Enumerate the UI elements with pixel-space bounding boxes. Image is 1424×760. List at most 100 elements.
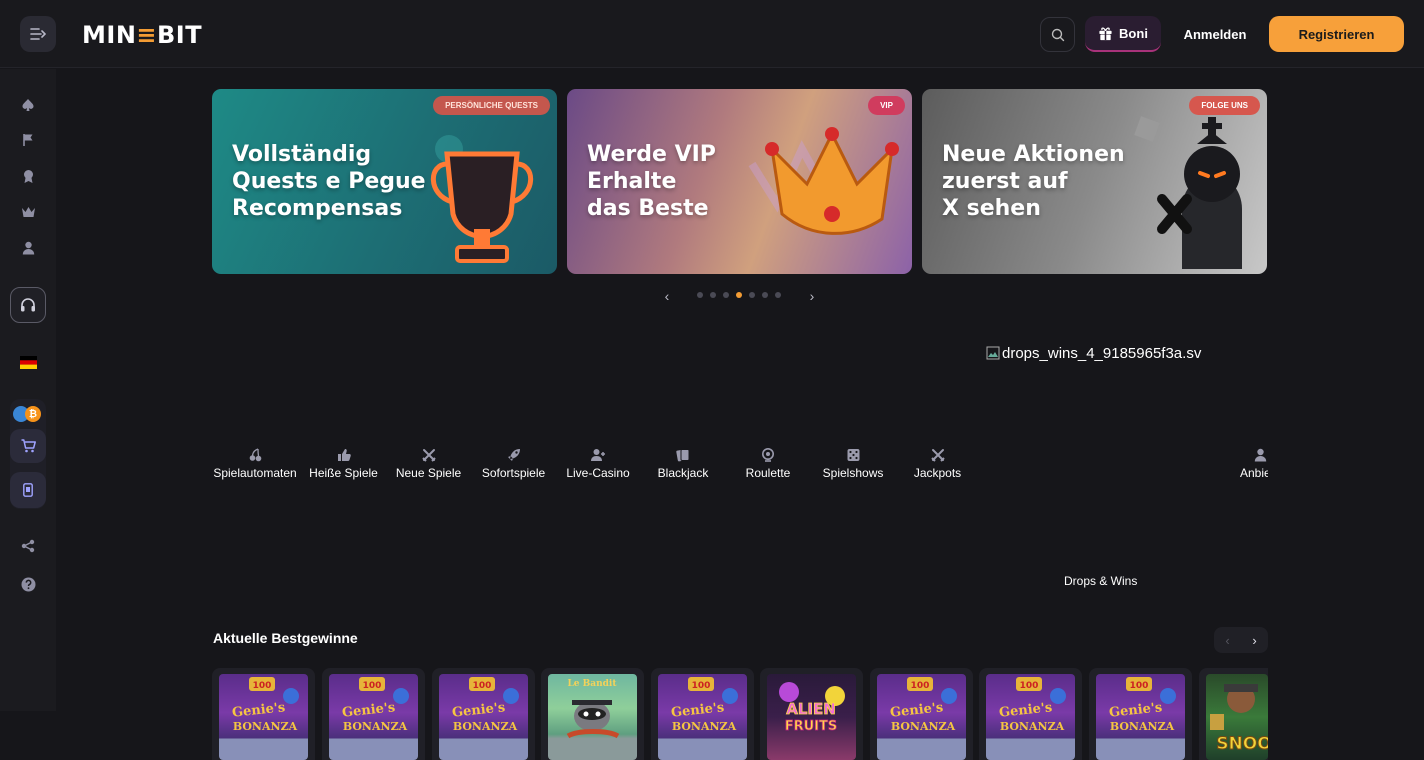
category-live-casino[interactable]: Live-Casino bbox=[566, 448, 630, 484]
category-hot-games[interactable]: Heiße Spiele bbox=[309, 448, 378, 484]
svg-text:100: 100 bbox=[473, 681, 492, 691]
game-card[interactable]: SNOO bbox=[1199, 668, 1268, 760]
carousel-prev-button[interactable]: ‹ bbox=[657, 286, 677, 306]
user-icon[interactable] bbox=[14, 234, 42, 262]
game-card[interactable]: 100 Genie's BONANZA bbox=[651, 668, 754, 760]
help-icon[interactable] bbox=[14, 570, 42, 598]
broken-image-icon bbox=[986, 346, 1000, 360]
banner-badge: VIP bbox=[868, 96, 905, 115]
svg-text:FRUITS: FRUITS bbox=[785, 719, 838, 734]
svg-text:100: 100 bbox=[692, 681, 711, 691]
game-card[interactable]: ALIEN FRUITS bbox=[760, 668, 863, 760]
game-art: 100 Genie'sBONANZA bbox=[1108, 677, 1176, 733]
spade-icon[interactable] bbox=[14, 91, 42, 119]
drops-wins-image: drops_wins_4_9185965f3a.sv bbox=[986, 343, 1216, 363]
category-instant-games[interactable]: Sofortspiele bbox=[482, 448, 545, 484]
game-card[interactable]: 100 Genie's BONANZA bbox=[1089, 668, 1192, 760]
cards-icon bbox=[676, 449, 690, 462]
category-label: Neue Spiele bbox=[395, 466, 462, 480]
carousel-dot-active[interactable] bbox=[736, 292, 742, 298]
search-button[interactable] bbox=[1040, 17, 1075, 52]
login-button[interactable]: Anmelden bbox=[1176, 16, 1254, 52]
banner-quests[interactable]: PERSÖNLICHE QUESTS Vollständig Quests e … bbox=[212, 89, 557, 274]
bonus-label: Boni bbox=[1119, 25, 1148, 41]
brand-logo[interactable]: MIN≡BIT bbox=[82, 21, 202, 49]
bonus-button[interactable]: Boni bbox=[1085, 16, 1161, 52]
category-label: Anbie bbox=[1240, 466, 1268, 480]
carousel-dot[interactable] bbox=[775, 292, 781, 298]
category-roulette[interactable]: Roulette bbox=[746, 448, 790, 484]
search-icon bbox=[1051, 28, 1064, 41]
category-new-games[interactable]: Neue Spiele bbox=[395, 448, 462, 484]
game-thumbnail: Le Bandit bbox=[548, 674, 637, 760]
game-art: 100 Genie'sBONANZA bbox=[231, 677, 299, 733]
svg-text:BONANZA: BONANZA bbox=[1000, 720, 1065, 733]
sidebar-toggle-button[interactable] bbox=[20, 16, 56, 52]
game-art: SNOO bbox=[1210, 684, 1268, 755]
svg-text:100: 100 bbox=[911, 681, 930, 691]
banner-vip[interactable]: VIP Werde VIP Erhalte das Beste bbox=[567, 89, 912, 274]
swords-icon bbox=[421, 449, 436, 462]
game-art: ALIENFRUITS bbox=[779, 682, 845, 734]
game-thumbnail: 100 Genie's BONANZA bbox=[658, 674, 747, 760]
svg-text:Genie's: Genie's bbox=[1108, 700, 1163, 720]
svg-text:Genie's: Genie's bbox=[231, 700, 286, 720]
svg-text:BONANZA: BONANZA bbox=[343, 720, 408, 733]
carousel-dot[interactable] bbox=[749, 292, 755, 298]
register-button[interactable]: Registrieren bbox=[1269, 16, 1404, 52]
game-art: 100 Genie'sBONANZA bbox=[889, 677, 957, 733]
svg-text:BONANZA: BONANZA bbox=[1110, 720, 1175, 733]
carousel-dot[interactable] bbox=[762, 292, 768, 298]
game-card[interactable]: 100 Genie's BONANZA bbox=[432, 668, 535, 760]
category-label: Blackjack bbox=[657, 466, 709, 480]
game-card[interactable]: 100 Genie's BONANZA bbox=[979, 668, 1082, 760]
category-game-shows[interactable]: Spielshows bbox=[823, 448, 883, 484]
svg-text:Genie's: Genie's bbox=[998, 700, 1053, 720]
svg-text:Genie's: Genie's bbox=[341, 700, 396, 720]
carousel-dot[interactable] bbox=[723, 292, 729, 298]
category-blackjack[interactable]: Blackjack bbox=[658, 448, 708, 484]
category-jackpots[interactable]: Jackpots bbox=[914, 448, 961, 484]
cart-button[interactable] bbox=[10, 429, 46, 463]
carousel-dot[interactable] bbox=[710, 292, 716, 298]
svg-text:100: 100 bbox=[253, 681, 272, 691]
mobile-app-button[interactable] bbox=[10, 472, 46, 508]
svg-text:BONANZA: BONANZA bbox=[453, 720, 518, 733]
flag-de-icon[interactable] bbox=[14, 348, 42, 376]
flag-icon[interactable] bbox=[14, 126, 42, 154]
game-thumbnail: 100 Genie's BONANZA bbox=[1096, 674, 1185, 760]
category-label: Roulette bbox=[745, 466, 791, 480]
banner-title: Vollständig Quests e Pegue Recompensas bbox=[232, 142, 426, 221]
drops-wins-label[interactable]: Drops & Wins bbox=[1064, 574, 1137, 588]
category-label: Live-Casino bbox=[566, 466, 630, 480]
category-label: Spielshows bbox=[822, 466, 884, 480]
medal-icon[interactable] bbox=[14, 162, 42, 190]
carousel-dot[interactable] bbox=[697, 292, 703, 298]
svg-text:100: 100 bbox=[1130, 681, 1149, 691]
category-label: Jackpots bbox=[913, 466, 962, 480]
thumbs-up-icon bbox=[337, 449, 351, 461]
game-thumbnail: SNOO bbox=[1206, 674, 1268, 760]
game-card[interactable]: 100 Genie's BONANZA bbox=[322, 668, 425, 760]
mascot-art bbox=[1134, 116, 1242, 269]
svg-text:Le Bandit: Le Bandit bbox=[567, 679, 617, 689]
crown-icon[interactable] bbox=[14, 198, 42, 226]
svg-text:ALIEN: ALIEN bbox=[786, 700, 836, 718]
section-title: Aktuelle Bestgewinne bbox=[213, 630, 358, 646]
category-slots[interactable]: Spielautomaten bbox=[213, 448, 297, 484]
winners-next-button[interactable]: › bbox=[1241, 627, 1268, 653]
gift-icon bbox=[1099, 26, 1112, 40]
category-label: Spielautomaten bbox=[213, 466, 297, 480]
carousel-next-button[interactable]: › bbox=[802, 286, 822, 306]
svg-text:BONANZA: BONANZA bbox=[672, 720, 737, 733]
share-icon[interactable] bbox=[14, 532, 42, 560]
winners-prev-button[interactable]: ‹ bbox=[1214, 627, 1241, 653]
game-thumbnail: 100 Genie's BONANZA bbox=[986, 674, 1075, 760]
category-providers[interactable]: Anbie bbox=[1240, 448, 1268, 484]
support-button[interactable] bbox=[10, 287, 46, 323]
game-card[interactable]: 100 Genie's BONANZA bbox=[212, 668, 315, 760]
banner-follow-x[interactable]: FOLGE UNS Neue Aktionen zuerst auf X seh… bbox=[922, 89, 1267, 274]
game-card[interactable]: Le Bandit bbox=[541, 668, 644, 760]
bitcoin-icon: ₿ bbox=[25, 406, 41, 422]
game-card[interactable]: 100 Genie's BONANZA bbox=[870, 668, 973, 760]
